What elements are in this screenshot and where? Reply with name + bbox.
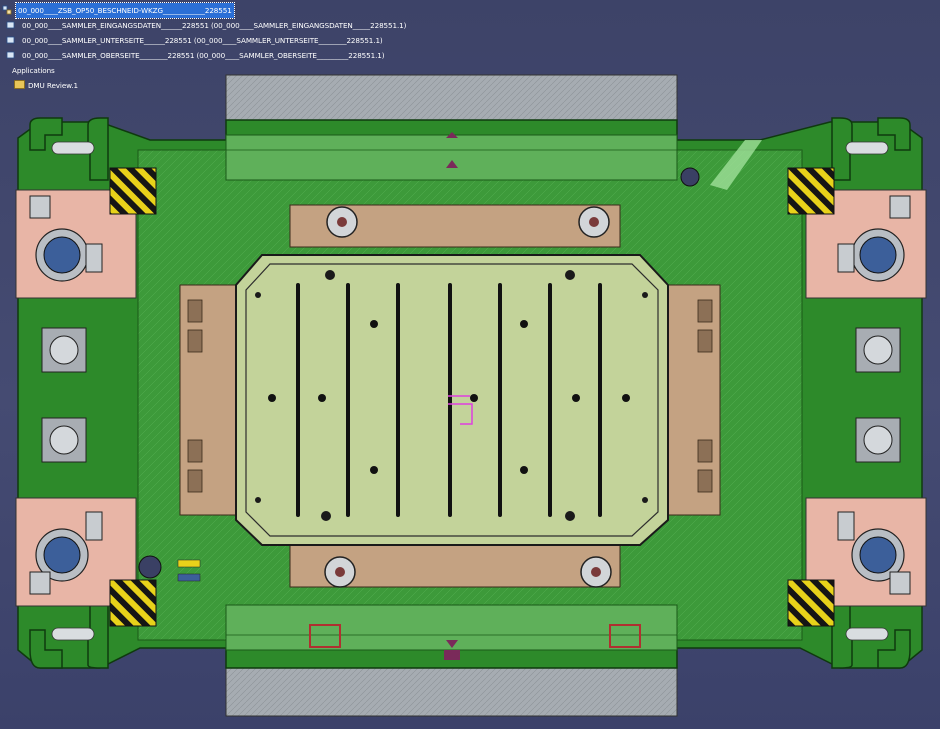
upper-frame [225,134,678,181]
dark-sensor [680,167,700,187]
product-icon [6,21,15,29]
tree-dmu-label: DMU Review.1 [28,81,78,90]
tree-applications-label: Applications [12,66,55,75]
dark-sensor [138,555,162,579]
3d-viewport[interactable] [0,0,940,729]
hook-pin [845,141,889,155]
folder-icon [14,80,25,89]
hook-pin [845,627,889,641]
top-center-block [444,650,460,660]
connector [177,559,201,568]
tree-item-label: 00_000____SAMMLER_EINGANGSDATEN______228… [22,21,407,30]
tree-item-label: 00_000____SAMMLER_OBERSEITE________22855… [22,51,385,60]
connector [177,573,201,582]
product-icon [6,51,15,59]
hook-pin [51,141,95,155]
tree-item-label: 00_000____SAMMLER_UNTERSEITE______228551… [22,36,383,45]
product-icon [6,36,15,44]
assembly-icon [2,5,12,15]
tree-root-label: 00_000____ZSB_OP50_BESCHNEID-WKZG_______… [15,2,235,19]
hook-pin [51,627,95,641]
